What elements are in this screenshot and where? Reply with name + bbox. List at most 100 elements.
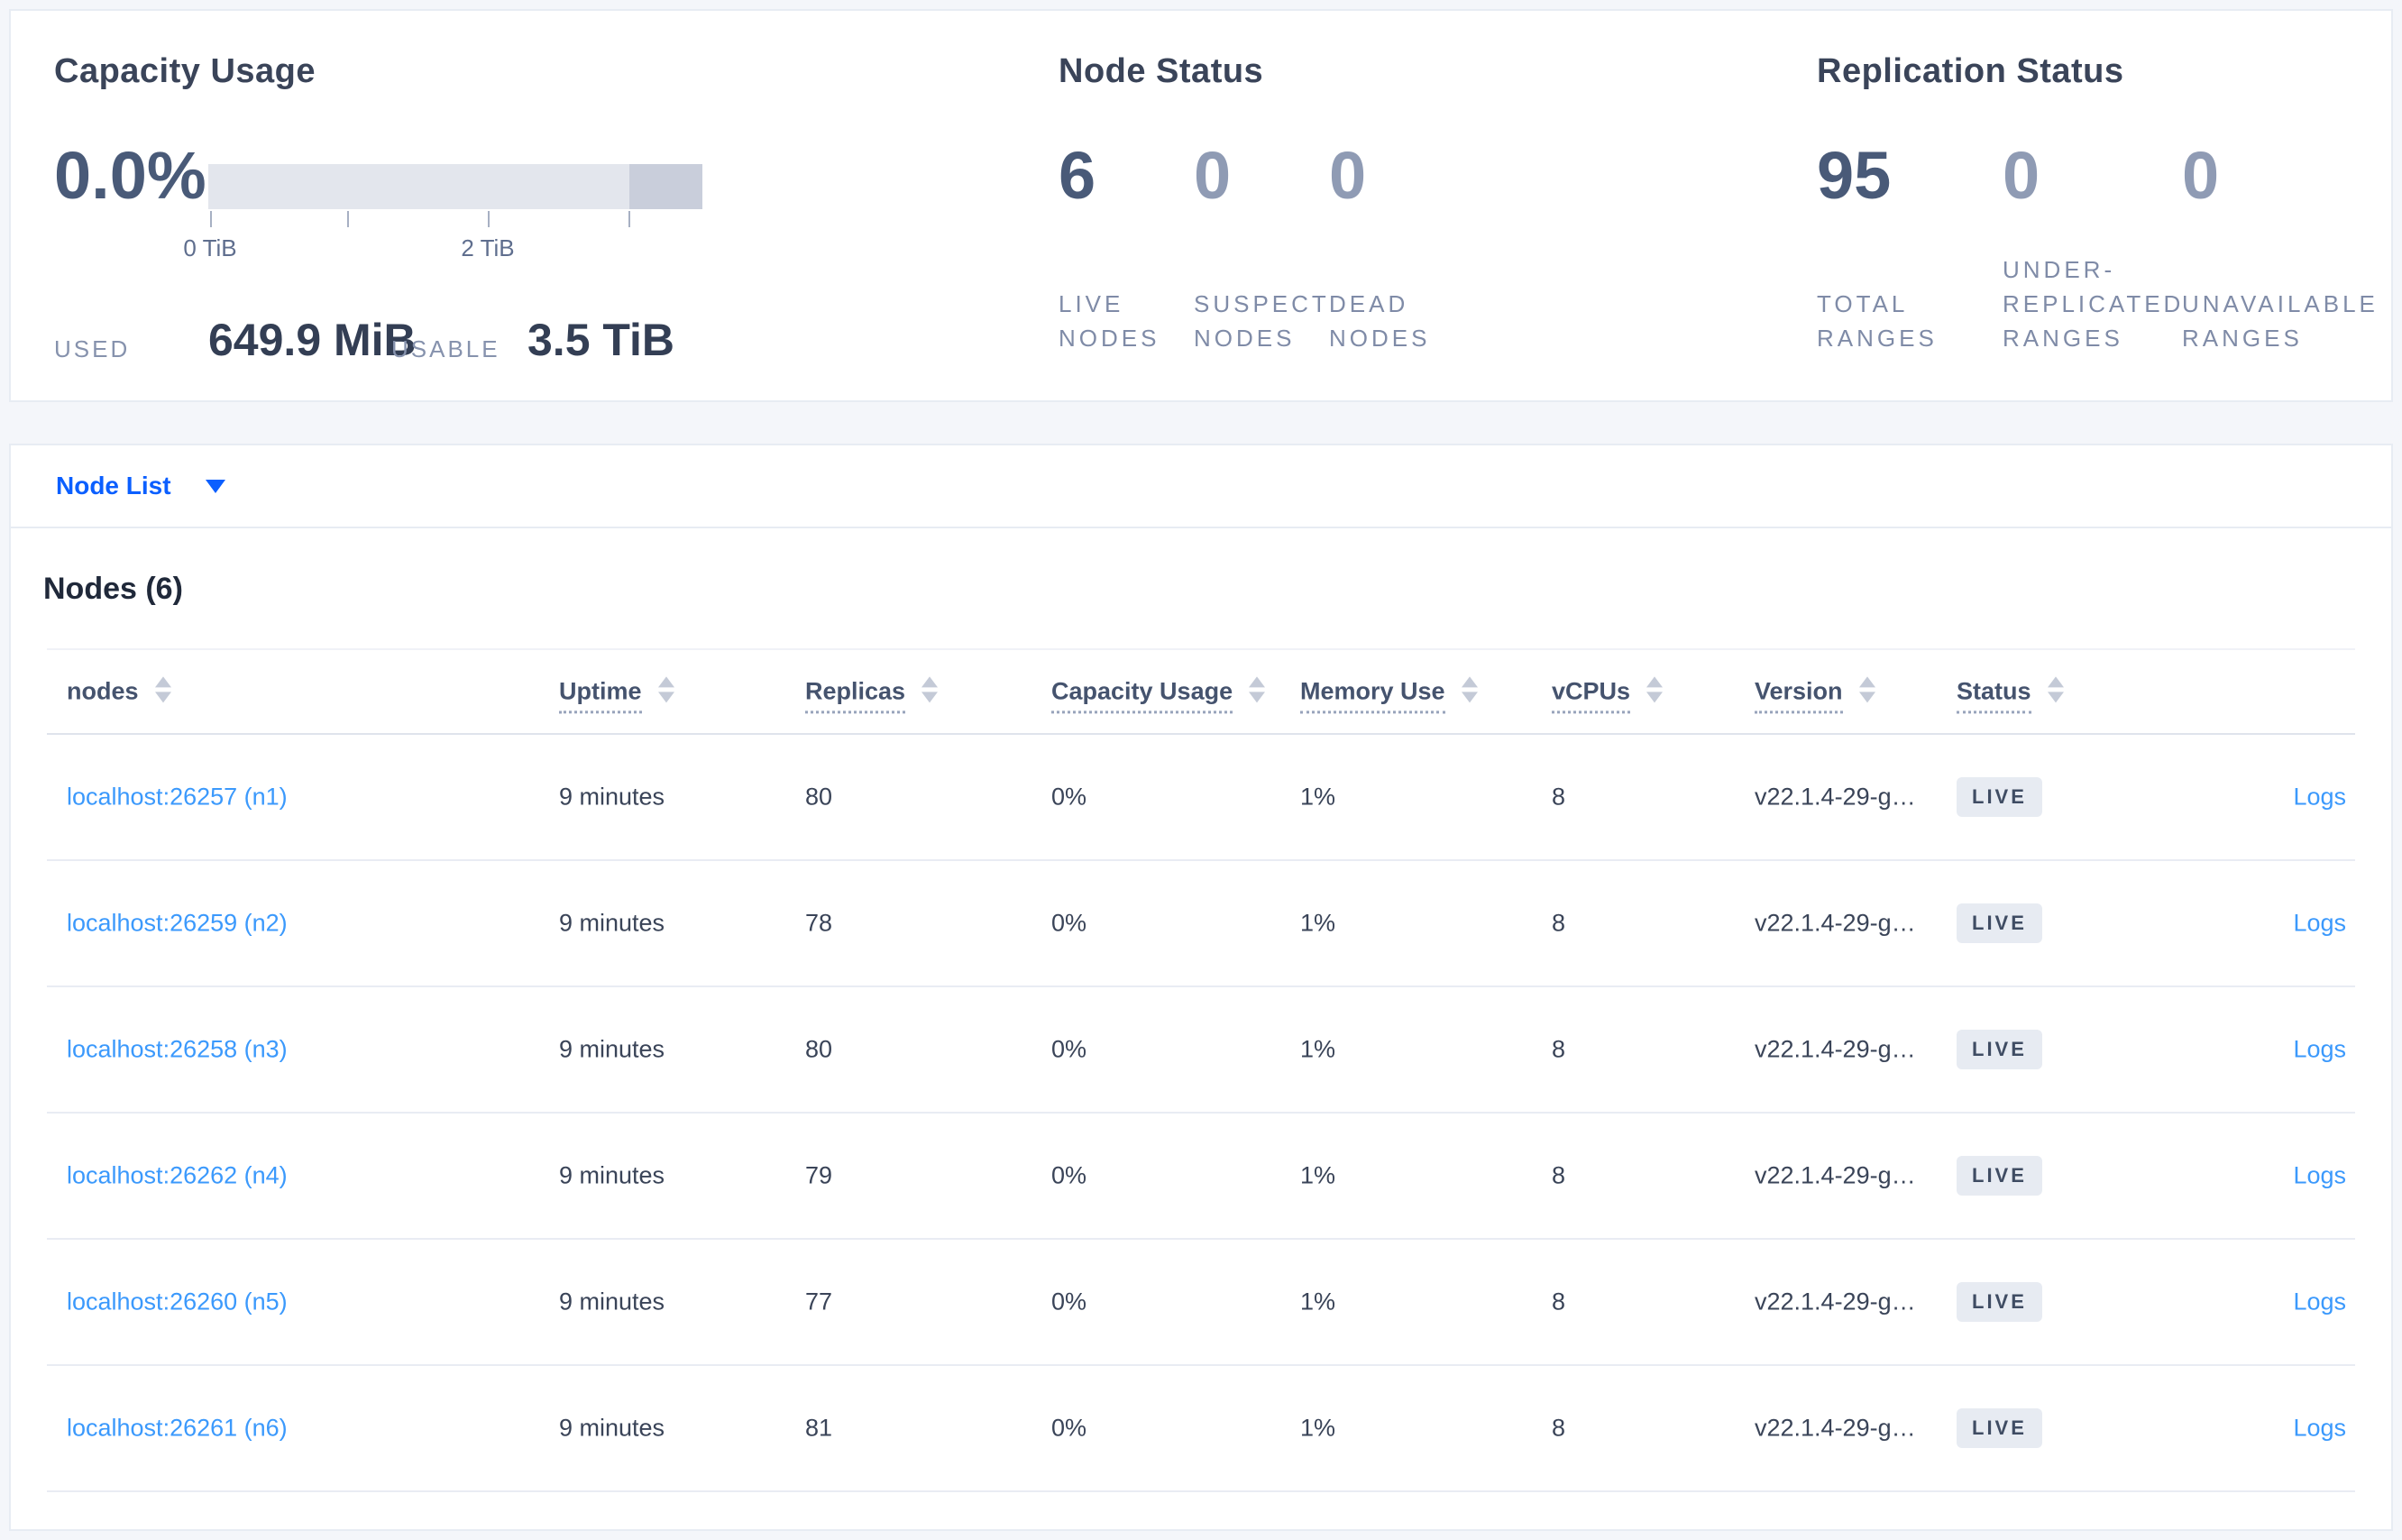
uptime-cell: 9 minutes (559, 783, 665, 811)
node-link[interactable]: localhost:26261 (n6) (67, 1415, 288, 1443)
capacity-cell: 0% (1051, 1288, 1087, 1315)
status-badge: LIVE (1957, 777, 2042, 817)
capacity-usable-value: 3.5 TiB (527, 315, 675, 365)
logs-link[interactable]: Logs (2293, 1162, 2346, 1190)
capacity-cell: 0% (1051, 909, 1087, 937)
replicas-cell: 79 (805, 1161, 833, 1189)
uptime-cell: 9 minutes (559, 909, 665, 937)
logs-link[interactable]: Logs (2293, 910, 2346, 938)
view-selector-strip: Node List (11, 445, 2391, 528)
table-row: localhost:26259 (n2) 9 minutes 78 0% 1% … (47, 861, 2355, 987)
sort-icon (657, 676, 674, 703)
memory-cell: 1% (1300, 1288, 1336, 1315)
chevron-down-icon (205, 479, 225, 493)
table-row: localhost:26262 (n4) 9 minutes 79 0% 1% … (47, 1114, 2355, 1240)
capacity-usage-bar (208, 164, 702, 209)
suspect-nodes-label: SUSPECT NODES (1194, 290, 1330, 352)
logs-link[interactable]: Logs (2293, 784, 2346, 811)
column-header-nodes[interactable]: nodes (67, 676, 171, 705)
sort-icon (921, 676, 939, 703)
cluster-overview-card: Capacity Usage 0.0% 0 TiB 2 TiB USED 649… (9, 9, 2393, 402)
unavailable-ranges-label: UNAVAILABLE RANGES (2182, 290, 2379, 352)
table-row: localhost:26261 (n6) 9 minutes 81 0% 1% … (47, 1366, 2355, 1492)
vcpus-cell: 8 (1552, 909, 1566, 937)
version-cell: v22.1.4-29-g… (1755, 909, 1916, 937)
status-badge: LIVE (1957, 1156, 2042, 1196)
column-header-status[interactable]: Status (1957, 676, 2064, 714)
uptime-cell: 9 minutes (559, 1161, 665, 1189)
node-status-title: Node Status (1059, 52, 1264, 90)
column-header-vcpus[interactable]: vCPUs (1552, 676, 1664, 714)
column-header-capacity-usage[interactable]: Capacity Usage (1051, 676, 1266, 714)
table-row: localhost:26258 (n3) 9 minutes 80 0% 1% … (47, 987, 2355, 1114)
under-replicated-ranges-label: UNDER- REPLICATED RANGES (2003, 256, 2185, 352)
version-cell: v22.1.4-29-g… (1755, 1288, 1916, 1315)
sort-icon (1858, 676, 1875, 703)
capacity-usage-title: Capacity Usage (54, 52, 316, 90)
total-ranges-label: TOTAL RANGES (1817, 290, 1938, 352)
vcpus-cell: 8 (1552, 1035, 1566, 1063)
suspect-nodes-count: 0 (1194, 138, 1232, 213)
dead-nodes-label: DEAD NODES (1329, 290, 1431, 352)
vcpus-cell: 8 (1552, 1288, 1566, 1315)
logs-link[interactable]: Logs (2293, 1415, 2346, 1443)
table-header-row: nodes Uptime Replicas Capacity Usage Mem… (47, 648, 2355, 735)
dead-nodes-count: 0 (1329, 138, 1367, 213)
capacity-usage-bar-segment (629, 164, 702, 209)
status-badge: LIVE (1957, 1282, 2042, 1322)
capacity-cell: 0% (1051, 783, 1087, 811)
status-badge: LIVE (1957, 1408, 2042, 1448)
capacity-used-label: USED (54, 335, 131, 362)
capacity-axis-tick (210, 211, 212, 227)
replicas-cell: 81 (805, 1414, 833, 1442)
capacity-axis-tick (488, 211, 490, 227)
column-header-version[interactable]: Version (1755, 676, 1875, 714)
logs-link[interactable]: Logs (2293, 1288, 2346, 1316)
sort-icon (1249, 676, 1266, 703)
node-link[interactable]: localhost:26258 (n3) (67, 1036, 288, 1064)
node-link[interactable]: localhost:26262 (n4) (67, 1162, 288, 1190)
node-link[interactable]: localhost:26260 (n5) (67, 1288, 288, 1316)
capacity-cell: 0% (1051, 1414, 1087, 1442)
version-cell: v22.1.4-29-g… (1755, 1035, 1916, 1063)
replicas-cell: 80 (805, 1035, 833, 1063)
node-list-dropdown[interactable]: Node List (56, 472, 225, 500)
uptime-cell: 9 minutes (559, 1414, 665, 1442)
sort-icon (1646, 676, 1664, 703)
live-nodes-label: LIVE NODES (1059, 290, 1160, 352)
version-cell: v22.1.4-29-g… (1755, 783, 1916, 811)
column-header-memory-use[interactable]: Memory Use (1300, 676, 1478, 714)
vcpus-cell: 8 (1552, 1161, 1566, 1189)
live-nodes-count: 6 (1059, 138, 1096, 213)
column-header-uptime[interactable]: Uptime (559, 676, 674, 714)
memory-cell: 1% (1300, 909, 1336, 937)
memory-cell: 1% (1300, 1161, 1336, 1189)
replicas-cell: 78 (805, 909, 833, 937)
capacity-axis-label: 0 TiB (183, 234, 237, 261)
column-header-replicas[interactable]: Replicas (805, 676, 939, 714)
node-link[interactable]: localhost:26259 (n2) (67, 910, 288, 938)
replicas-cell: 77 (805, 1288, 833, 1315)
uptime-cell: 9 minutes (559, 1035, 665, 1063)
table-row: localhost:26257 (n1) 9 minutes 80 0% 1% … (47, 735, 2355, 861)
status-badge: LIVE (1957, 1030, 2042, 1069)
version-cell: v22.1.4-29-g… (1755, 1414, 1916, 1442)
replication-status-title: Replication Status (1817, 52, 2124, 90)
logs-link[interactable]: Logs (2293, 1036, 2346, 1064)
status-badge: LIVE (1957, 903, 2042, 943)
table-row: localhost:26260 (n5) 9 minutes 77 0% 1% … (47, 1240, 2355, 1366)
replicas-cell: 80 (805, 783, 833, 811)
sort-icon (154, 676, 171, 703)
nodes-section-title: Nodes (6) (43, 572, 183, 606)
memory-cell: 1% (1300, 1035, 1336, 1063)
node-link[interactable]: localhost:26257 (n1) (67, 784, 288, 811)
version-cell: v22.1.4-29-g… (1755, 1161, 1916, 1189)
memory-cell: 1% (1300, 783, 1336, 811)
memory-cell: 1% (1300, 1414, 1336, 1442)
capacity-cell: 0% (1051, 1035, 1087, 1063)
uptime-cell: 9 minutes (559, 1288, 665, 1315)
capacity-axis-tick (347, 211, 349, 227)
total-ranges-count: 95 (1817, 138, 1892, 213)
vcpus-cell: 8 (1552, 783, 1566, 811)
under-replicated-ranges-count: 0 (2003, 138, 2040, 213)
